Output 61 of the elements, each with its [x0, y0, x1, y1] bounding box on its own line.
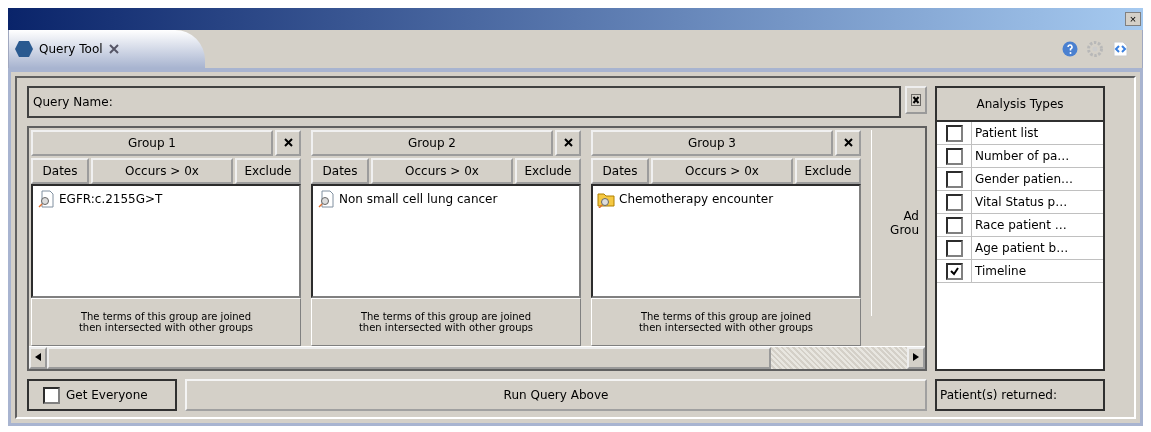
help-icon[interactable]: [1062, 41, 1078, 57]
group-title-button[interactable]: Group 3: [591, 130, 833, 156]
scroll-right-button[interactable]: [907, 347, 925, 369]
group-title-button[interactable]: Group 1: [31, 130, 273, 156]
scrollbar-thumb[interactable]: [47, 347, 771, 369]
delete-group-button[interactable]: [275, 130, 301, 156]
term-label[interactable]: EGFR:c.2155G>T: [59, 192, 163, 206]
exclude-button[interactable]: Exclude: [235, 158, 301, 184]
checkbox[interactable]: [945, 216, 963, 234]
close-icon: [283, 138, 293, 147]
list-header: Analysis Types: [937, 88, 1103, 122]
occurs-button[interactable]: Occurs > 0x: [91, 158, 233, 184]
code-file-icon[interactable]: [1112, 41, 1128, 57]
term-label[interactable]: Non small cell lung cancer: [339, 192, 498, 206]
document-search-icon: [37, 190, 55, 208]
exclude-button[interactable]: Exclude: [515, 158, 581, 184]
close-icon: [843, 138, 853, 147]
group-title-button[interactable]: Group 2: [311, 130, 553, 156]
left-arrow-icon: [35, 353, 41, 361]
query-name-field[interactable]: Query Name:: [27, 86, 901, 118]
occurs-button[interactable]: Occurs > 0x: [371, 158, 513, 184]
analysis-type-label: Race patient …: [974, 218, 1067, 232]
checkbox[interactable]: [945, 170, 963, 188]
checkmark-icon: [949, 266, 959, 276]
dates-button[interactable]: Dates: [31, 158, 89, 184]
dates-button[interactable]: Dates: [591, 158, 649, 184]
delete-group-button[interactable]: [835, 130, 861, 156]
close-button[interactable]: ×: [1125, 12, 1141, 26]
analysis-type-label: Vital Status p…: [974, 195, 1068, 209]
tab-label: Query Tool: [39, 42, 103, 56]
checkbox[interactable]: [945, 239, 963, 257]
analysis-type-label: Age patient b…: [974, 241, 1069, 255]
checkbox[interactable]: [945, 262, 963, 280]
checkbox[interactable]: [945, 193, 963, 211]
analysis-type-label: Patient list: [974, 126, 1039, 140]
dates-button[interactable]: Dates: [311, 158, 369, 184]
checkbox[interactable]: [945, 147, 963, 165]
group-note: The terms of this group are joined then intersected with other groups: [591, 298, 861, 346]
document-search-icon: [317, 190, 335, 208]
group-note: The terms of this group are joined then intersected with other groups: [31, 298, 301, 346]
analysis-type-label: Gender patien…: [974, 172, 1074, 186]
checkbox[interactable]: [945, 124, 963, 142]
close-icon: [563, 138, 573, 147]
analysis-type-label: Timeline: [974, 264, 1027, 278]
hexagon-icon: [15, 41, 33, 57]
query-tool-tab[interactable]: Query Tool: [9, 30, 205, 68]
run-query-button[interactable]: Run Query Above: [185, 379, 927, 411]
close-icon[interactable]: [108, 44, 119, 54]
clear-button[interactable]: [905, 86, 927, 114]
analysis-type-label: Number of pa…: [974, 149, 1070, 163]
clear-icon: [911, 94, 921, 106]
delete-group-button[interactable]: [555, 130, 581, 156]
patients-returned-field: Patient(s) returned:: [935, 379, 1105, 411]
occurs-button[interactable]: Occurs > 0x: [651, 158, 793, 184]
exclude-button[interactable]: Exclude: [795, 158, 861, 184]
get-everyone-checkbox[interactable]: Get Everyone: [27, 379, 177, 411]
folder-search-icon: [597, 190, 615, 208]
right-arrow-icon: [913, 353, 919, 361]
group-note: The terms of this group are joined then intersected with other groups: [311, 298, 581, 346]
scroll-left-button[interactable]: [29, 347, 47, 369]
term-label[interactable]: Chemotherapy encounter: [619, 192, 774, 206]
